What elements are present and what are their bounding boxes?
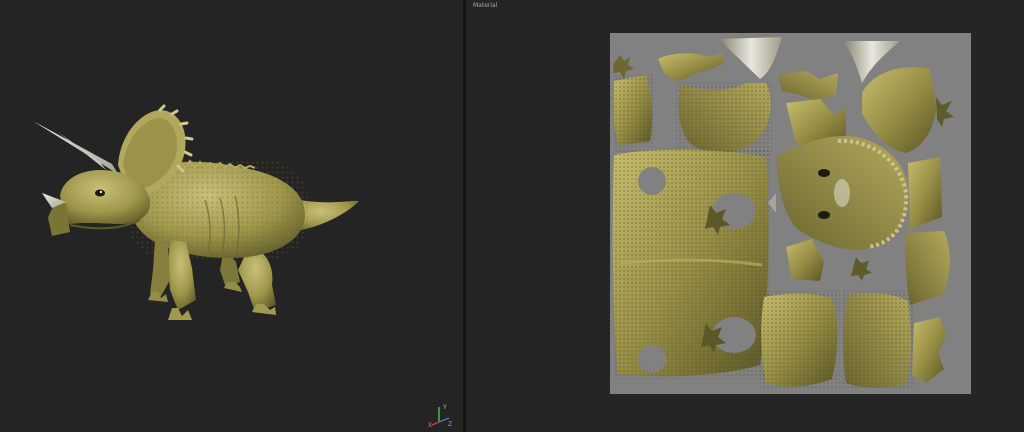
axis-y-label: Y [442,404,447,411]
triceratops-model-icon[interactable] [0,0,463,432]
3d-viewport[interactable]: Y X Z [0,0,463,432]
axis-gizmo-icon: Y X Z [428,404,452,428]
texture-uv-islands-icon[interactable] [610,33,971,394]
axis-x-label: X [428,422,432,428]
axis-z-label: Z [448,421,452,428]
uv-editor-panel[interactable]: Material [466,0,1024,432]
app-window: Y X Z Material [0,0,1024,432]
panel-title: Material [473,2,498,9]
uv-canvas[interactable] [610,33,971,394]
